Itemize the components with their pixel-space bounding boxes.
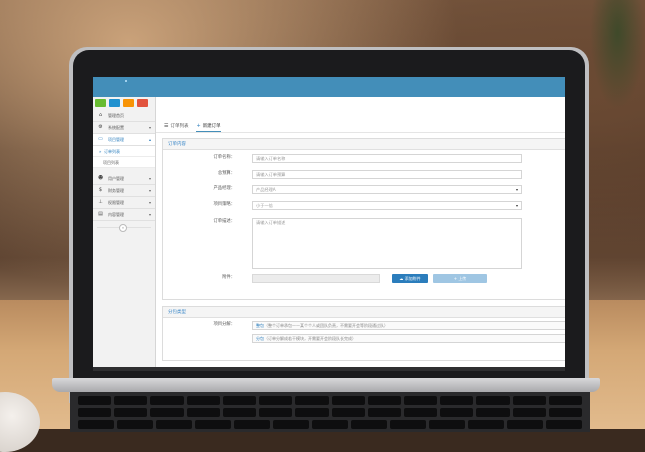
sidebar-item-label: 管理首页 bbox=[108, 113, 124, 118]
budget-label: 总预算： bbox=[217, 171, 235, 176]
shortcut-pencil-icon[interactable] bbox=[109, 99, 120, 107]
tab-bar: ☰ 订单列表 + 新建订单 bbox=[164, 122, 221, 132]
laptop-keyboard bbox=[70, 392, 590, 432]
button-label: 添加附件 bbox=[404, 276, 421, 281]
sidebar-item-system[interactable]: ⚙ 系统配置 ▾ bbox=[93, 122, 155, 134]
sidebar-item-label: 财务管理 bbox=[108, 188, 124, 193]
option-description: （订单分解成若干模块，开需要开会阶段队长完成） bbox=[264, 336, 356, 341]
attachment-file-box[interactable] bbox=[252, 274, 380, 283]
sidebar-shortcuts bbox=[95, 99, 153, 107]
sidebar-item-project[interactable]: ▭ 项目管理 ▴ bbox=[93, 134, 155, 146]
sitemap-icon: ⊥ bbox=[98, 199, 103, 205]
chevron-down-icon: ▾ bbox=[148, 212, 151, 217]
panel-title: 订单内容 bbox=[168, 142, 186, 147]
main-content: ☰ 订单列表 + 新建订单 订单内容 订单名称： 请输入订单名称 总预算： 请输入订… bbox=[156, 97, 565, 371]
select-value: 小于一倍 bbox=[256, 203, 273, 208]
sidebar-item-permissions[interactable]: ⊥ 权限管理 ▾ bbox=[93, 197, 155, 209]
caret-down-icon: ▾ bbox=[515, 203, 518, 208]
project-strategy-label: 项目策略： bbox=[213, 202, 235, 207]
background-plant bbox=[590, 0, 645, 110]
sidebar: ⌂ 管理首页 ⚙ 系统配置 ▾ ▭ 项目管理 ▴ » 订单列表 项目列表 ☻ 用… bbox=[93, 97, 156, 371]
attachment-label: 附件： bbox=[222, 275, 235, 280]
tab-label: 新建订单 bbox=[202, 124, 221, 129]
key-row bbox=[70, 408, 590, 417]
split-type-panel: 分包类型 项目分解： 整包（整个订单承包——某个个人或团队负责，不需要开会等阶段… bbox=[162, 306, 565, 361]
home-icon: ⌂ bbox=[98, 112, 103, 118]
caret-down-icon: ▾ bbox=[515, 187, 518, 192]
monitor-icon: ▭ bbox=[98, 136, 103, 142]
top-navbar bbox=[93, 77, 565, 97]
button-label: 上传 bbox=[458, 276, 467, 281]
shortcut-signal-icon[interactable] bbox=[95, 99, 106, 107]
sidebar-subitem-orders[interactable]: » 订单列表 bbox=[93, 146, 155, 157]
sidebar-item-label: 用户管理 bbox=[108, 176, 124, 181]
shortcut-cogs-icon[interactable] bbox=[137, 99, 148, 107]
navbar-logo bbox=[125, 80, 127, 82]
key-row bbox=[70, 420, 590, 429]
panel-header: 分包类型 bbox=[163, 307, 565, 318]
sidebar-item-label: 内容管理 bbox=[108, 212, 124, 217]
laptop-base bbox=[52, 378, 600, 392]
plus-icon: + bbox=[196, 123, 201, 129]
order-content-panel: 订单内容 订单名称： 请输入订单名称 总预算： 请输入订单预算 产品经理： 产品… bbox=[162, 138, 565, 300]
split-option-sub[interactable]: 分包（订单分解成若干模块，开需要开会阶段队长完成） bbox=[252, 334, 565, 343]
tab-divider bbox=[156, 132, 565, 133]
sidebar-subitem-projects[interactable]: 项目列表 bbox=[93, 157, 155, 168]
product-manager-label: 产品经理： bbox=[213, 186, 235, 191]
tab-new-order[interactable]: + 新建订单 bbox=[196, 122, 221, 132]
sidebar-item-users[interactable]: ☻ 用户管理 ▾ bbox=[93, 173, 155, 185]
sidebar-item-content[interactable]: ▤ 内容管理 ▾ bbox=[93, 209, 155, 221]
chevron-down-icon: ▾ bbox=[148, 125, 151, 130]
collapse-icon[interactable]: « bbox=[119, 224, 127, 232]
list-icon: ☰ bbox=[164, 123, 169, 129]
chevron-down-icon: ▾ bbox=[148, 200, 151, 205]
key-row bbox=[70, 396, 590, 405]
upload-button[interactable]: + 上传 bbox=[433, 274, 487, 283]
tab-order-list[interactable]: ☰ 订单列表 bbox=[164, 122, 188, 132]
shortcut-users-icon[interactable] bbox=[123, 99, 134, 107]
description-label: 订单描述： bbox=[213, 219, 235, 224]
budget-input[interactable]: 请输入订单预算 bbox=[252, 170, 522, 179]
option-name: 整包 bbox=[256, 323, 264, 328]
project-strategy-select[interactable]: 小于一倍 ▾ bbox=[252, 201, 522, 210]
sidebar-subitem-label: 项目列表 bbox=[103, 160, 119, 165]
dollar-icon: $ bbox=[98, 187, 103, 193]
screen-bottom-edge bbox=[93, 367, 565, 371]
chevron-down-icon: ▾ bbox=[148, 188, 151, 193]
split-option-whole[interactable]: 整包（整个订单承包——某个个人或团队负责，不需要开会等阶段通过队） bbox=[252, 321, 565, 330]
newspaper-icon: ▤ bbox=[98, 211, 103, 217]
panel-header: 订单内容 bbox=[163, 139, 565, 150]
users-icon: ☻ bbox=[98, 175, 104, 181]
select-value: 产品经理A bbox=[256, 187, 276, 192]
double-chevron-right-icon: » bbox=[99, 149, 102, 154]
gear-icon: ⚙ bbox=[98, 124, 103, 130]
option-description: （整个订单承包——某个个人或团队负责，不需要开会等阶段通过队） bbox=[264, 323, 388, 328]
tab-label: 订单列表 bbox=[170, 124, 189, 129]
sidebar-item-finance[interactable]: $ 财务管理 ▾ bbox=[93, 185, 155, 197]
project-split-label: 项目分解： bbox=[213, 322, 235, 327]
option-name: 分包 bbox=[256, 336, 264, 341]
chevron-up-icon: ▴ bbox=[148, 137, 151, 142]
sidebar-item-home[interactable]: ⌂ 管理首页 bbox=[93, 110, 155, 122]
product-manager-select[interactable]: 产品经理A ▾ bbox=[252, 185, 522, 194]
laptop-screen: ⌂ 管理首页 ⚙ 系统配置 ▾ ▭ 项目管理 ▴ » 订单列表 项目列表 ☻ 用… bbox=[93, 77, 565, 371]
sidebar-subitem-label: 订单列表 bbox=[104, 149, 120, 154]
sidebar-item-label: 项目管理 bbox=[108, 137, 124, 142]
sidebar-item-label: 系统配置 bbox=[108, 125, 124, 130]
chevron-down-icon: ▾ bbox=[148, 176, 151, 181]
sidebar-item-label: 权限管理 bbox=[108, 200, 124, 205]
add-attachment-button[interactable]: ☁ 添加附件 bbox=[392, 274, 428, 283]
order-name-label: 订单名称： bbox=[213, 155, 235, 160]
panel-title: 分包类型 bbox=[168, 310, 186, 315]
description-textarea[interactable]: 请输入订单描述 bbox=[252, 218, 522, 269]
sidebar-collapse: « bbox=[93, 223, 155, 232]
order-name-input[interactable]: 请输入订单名称 bbox=[252, 154, 522, 163]
